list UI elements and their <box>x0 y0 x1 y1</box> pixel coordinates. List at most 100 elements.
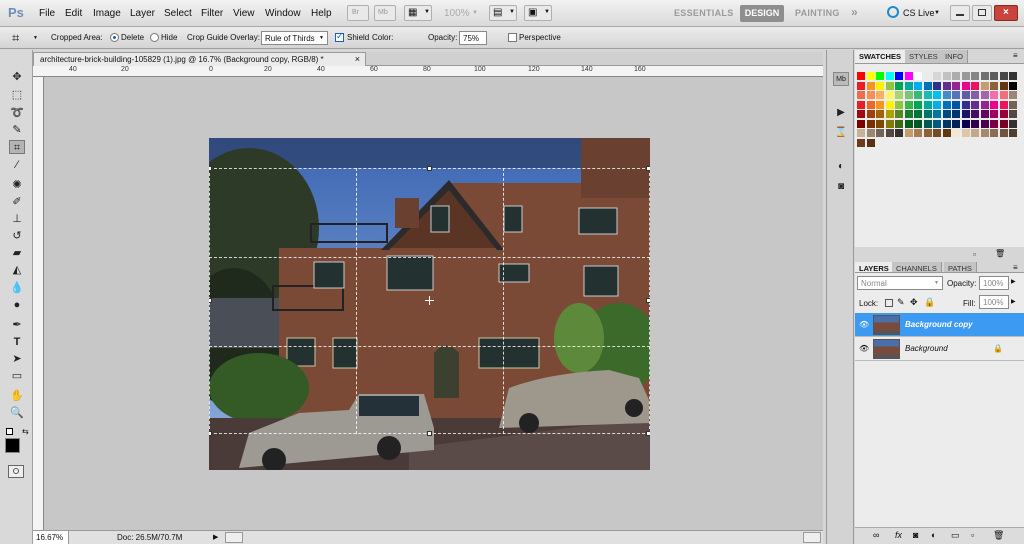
eraser-tool-icon[interactable]: ▰ <box>9 246 25 260</box>
cs-live-icon[interactable] <box>887 6 899 18</box>
blur-tool-icon[interactable]: 💧 <box>9 281 25 295</box>
crop-tool-icon[interactable]: ⌗ <box>12 30 19 46</box>
color-swatch[interactable] <box>904 91 913 99</box>
history-panel-icon[interactable]: ⌛ <box>833 126 849 140</box>
view-extras-button[interactable]: ▦ ▼ <box>404 5 432 21</box>
color-swatch[interactable] <box>857 110 865 118</box>
quick-selection-tool-icon[interactable]: ✎ <box>9 123 25 137</box>
crop-handle-bottom-right[interactable] <box>646 431 650 436</box>
dodge-tool-icon[interactable]: ● <box>9 298 25 312</box>
masks-panel-icon[interactable]: ◙ <box>833 180 849 194</box>
color-swatch[interactable] <box>1009 81 1017 90</box>
color-swatch[interactable] <box>990 81 998 90</box>
color-swatch[interactable] <box>857 91 865 99</box>
color-swatch[interactable] <box>895 100 903 109</box>
shield-checkbox[interactable]: ✓ <box>335 31 344 42</box>
color-swatch[interactable] <box>999 119 1008 128</box>
color-swatch[interactable] <box>990 91 998 99</box>
crop-center-icon[interactable] <box>425 296 434 305</box>
visibility-eye-icon[interactable]: 👁 <box>859 345 869 353</box>
color-swatch[interactable] <box>933 129 941 137</box>
actions-panel-icon[interactable]: ▶ <box>833 106 849 120</box>
swap-colors-icon[interactable]: ⇆ <box>22 427 29 436</box>
color-swatch[interactable] <box>866 72 875 80</box>
color-swatch[interactable] <box>914 100 922 109</box>
color-swatch[interactable] <box>942 129 951 137</box>
paint-bucket-tool-icon[interactable]: ◭ <box>9 263 25 277</box>
layer-style-icon[interactable]: fx <box>895 530 902 540</box>
horizontal-scroll-left[interactable] <box>225 532 243 543</box>
default-colors-icon[interactable] <box>6 428 13 435</box>
color-swatch[interactable] <box>999 72 1008 80</box>
color-swatch[interactable] <box>914 91 922 99</box>
color-swatch[interactable] <box>1009 72 1017 80</box>
color-swatch[interactable] <box>914 110 922 118</box>
color-swatch[interactable] <box>942 72 951 80</box>
color-swatch[interactable] <box>866 81 875 90</box>
color-swatch[interactable] <box>885 129 894 137</box>
brush-tool-icon[interactable]: ✐ <box>9 195 25 209</box>
quick-mask-icon[interactable] <box>8 465 24 478</box>
color-swatch[interactable] <box>895 72 903 80</box>
status-menu-arrow-icon[interactable]: ▶ <box>213 533 218 541</box>
color-swatch[interactable] <box>971 119 979 128</box>
color-swatch[interactable] <box>952 81 960 90</box>
color-swatch[interactable] <box>980 72 989 80</box>
color-swatch[interactable] <box>933 110 941 118</box>
bridge-button[interactable]: Br <box>347 5 369 21</box>
color-swatch[interactable] <box>885 119 894 128</box>
color-swatch[interactable] <box>866 119 875 128</box>
color-swatch[interactable] <box>952 72 960 80</box>
crop-handle-bottom[interactable] <box>427 431 432 436</box>
fill-arrow-icon[interactable]: ▶ <box>1011 298 1016 305</box>
new-layer-icon[interactable]: ▫ <box>971 530 974 540</box>
color-swatch[interactable] <box>885 81 894 90</box>
color-swatch[interactable] <box>895 119 903 128</box>
color-swatch[interactable] <box>990 129 998 137</box>
color-swatch[interactable] <box>876 129 884 137</box>
delete-swatch-icon[interactable]: 🗑 <box>995 249 1005 258</box>
zoom-level[interactable]: 100% <box>444 8 470 19</box>
zoom-tool-icon[interactable]: 🔍 <box>9 406 25 420</box>
color-swatch[interactable] <box>961 72 970 80</box>
color-swatch[interactable] <box>923 129 932 137</box>
color-swatch[interactable] <box>933 81 941 90</box>
color-swatch[interactable] <box>866 138 875 147</box>
perspective-checkbox[interactable] <box>508 33 517 42</box>
menu-help[interactable]: Help <box>311 8 332 19</box>
hand-tool-icon[interactable]: ✋ <box>9 389 25 403</box>
color-swatch[interactable] <box>952 100 960 109</box>
color-swatch[interactable] <box>990 110 998 118</box>
color-swatch[interactable] <box>876 100 884 109</box>
menu-image[interactable]: Image <box>93 8 121 19</box>
color-swatch[interactable] <box>980 119 989 128</box>
opacity-input[interactable]: 75% <box>459 31 487 45</box>
color-swatch[interactable] <box>1009 119 1017 128</box>
color-swatch[interactable] <box>971 110 979 118</box>
color-swatch[interactable] <box>971 100 979 109</box>
blend-mode-select[interactable]: Normal ▼ <box>857 276 943 290</box>
color-swatch[interactable] <box>923 72 932 80</box>
color-swatch[interactable] <box>885 110 894 118</box>
color-swatch[interactable] <box>914 81 922 90</box>
color-swatch[interactable] <box>857 72 865 80</box>
color-swatch[interactable] <box>895 91 903 99</box>
photo-canvas[interactable] <box>209 138 650 470</box>
new-swatch-icon[interactable]: ▫ <box>973 250 976 259</box>
color-swatch[interactable] <box>961 129 970 137</box>
color-swatch[interactable] <box>1009 91 1017 99</box>
link-layers-icon[interactable]: ∞ <box>873 530 879 540</box>
visibility-eye-icon[interactable]: 👁 <box>859 321 869 329</box>
crop-guide-overlay-select[interactable]: Rule of Thirds ▼ <box>261 31 328 45</box>
color-swatch[interactable] <box>1009 129 1017 137</box>
color-swatch[interactable] <box>1009 110 1017 118</box>
color-swatch[interactable] <box>1009 100 1017 109</box>
hide-radio[interactable] <box>150 33 159 42</box>
color-swatch[interactable] <box>866 100 875 109</box>
color-swatch[interactable] <box>942 91 951 99</box>
clone-stamp-tool-icon[interactable]: ⊥ <box>9 212 25 226</box>
minimize-button[interactable] <box>950 5 970 21</box>
crop-tool-icon-active[interactable]: ⌗ <box>9 140 25 154</box>
lock-position-icon[interactable]: ✥ <box>910 297 918 308</box>
color-swatch[interactable] <box>876 72 884 80</box>
